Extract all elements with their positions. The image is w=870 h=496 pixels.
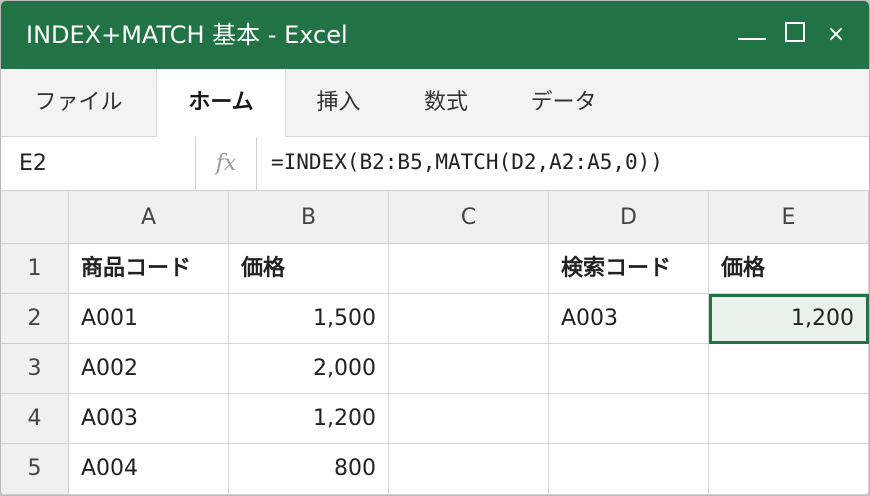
cell-c5[interactable] (389, 444, 549, 495)
cell-c4[interactable] (389, 394, 549, 444)
cell-b2[interactable]: 1,500 (229, 294, 389, 344)
tab-insert[interactable]: 挿入 (286, 69, 391, 137)
maximize-icon[interactable] (785, 17, 809, 53)
cell-a4[interactable]: A003 (69, 394, 229, 444)
cell-c2[interactable] (389, 294, 549, 344)
column-header-c[interactable]: C (389, 191, 549, 244)
cell-a2[interactable]: A001 (69, 294, 229, 344)
row-header-5[interactable]: 5 (1, 444, 69, 495)
cell-d4[interactable] (549, 394, 709, 444)
cell-a3[interactable]: A002 (69, 344, 229, 394)
tab-file[interactable]: ファイル (1, 69, 156, 137)
row-header-2[interactable]: 2 (1, 294, 69, 344)
cell-c1[interactable] (389, 244, 549, 294)
cell-c3[interactable] (389, 344, 549, 394)
insert-function-button[interactable]: fx (196, 137, 257, 190)
title-bar[interactable]: INDEX+MATCH 基本 - Excel × (1, 1, 869, 69)
select-all-corner[interactable] (1, 191, 69, 244)
cell-e2-selected[interactable]: 1,200 (709, 294, 869, 344)
row-header-3[interactable]: 3 (1, 344, 69, 394)
tab-home[interactable]: ホーム (156, 69, 286, 137)
column-header-d[interactable]: D (549, 191, 709, 244)
cell-d2[interactable]: A003 (549, 294, 709, 344)
cell-b5[interactable]: 800 (229, 444, 389, 495)
minimize-icon[interactable] (738, 17, 766, 53)
cell-a5[interactable]: A004 (69, 444, 229, 495)
formula-bar: E2 fx =INDEX(B2:B5,MATCH(D2,A2:A5,0)) (1, 137, 869, 191)
excel-window: INDEX+MATCH 基本 - Excel × ファイル ホーム 挿入 数式 … (0, 0, 870, 496)
tab-data[interactable]: データ (501, 69, 626, 137)
cell-d3[interactable] (549, 344, 709, 394)
row-header-4[interactable]: 4 (1, 394, 69, 444)
cell-b4[interactable]: 1,200 (229, 394, 389, 444)
cell-d5[interactable] (549, 444, 709, 495)
cell-b1[interactable]: 価格 (229, 244, 389, 294)
formula-input[interactable]: =INDEX(B2:B5,MATCH(D2,A2:A5,0)) (271, 137, 663, 190)
column-header-b[interactable]: B (229, 191, 389, 244)
ribbon-tabs: ファイル ホーム 挿入 数式 データ (1, 69, 869, 137)
column-header-e[interactable]: E (709, 191, 869, 244)
cell-e5[interactable] (709, 444, 869, 495)
window-title: INDEX+MATCH 基本 - Excel (26, 21, 348, 49)
cell-e3[interactable] (709, 344, 869, 394)
row-header-1[interactable]: 1 (1, 244, 69, 294)
cell-e4[interactable] (709, 394, 869, 444)
cell-e1[interactable]: 価格 (709, 244, 869, 294)
column-header-a[interactable]: A (69, 191, 229, 244)
tab-formulas[interactable]: 数式 (391, 69, 501, 137)
close-icon[interactable]: × (825, 17, 847, 53)
cell-d1[interactable]: 検索コード (549, 244, 709, 294)
cell-b3[interactable]: 2,000 (229, 344, 389, 394)
worksheet-grid: A B C D E 1 商品コード 価格 検索コード 価格 2 A001 1,5… (1, 191, 869, 495)
name-box[interactable]: E2 (1, 137, 196, 190)
cell-a1[interactable]: 商品コード (69, 244, 229, 294)
